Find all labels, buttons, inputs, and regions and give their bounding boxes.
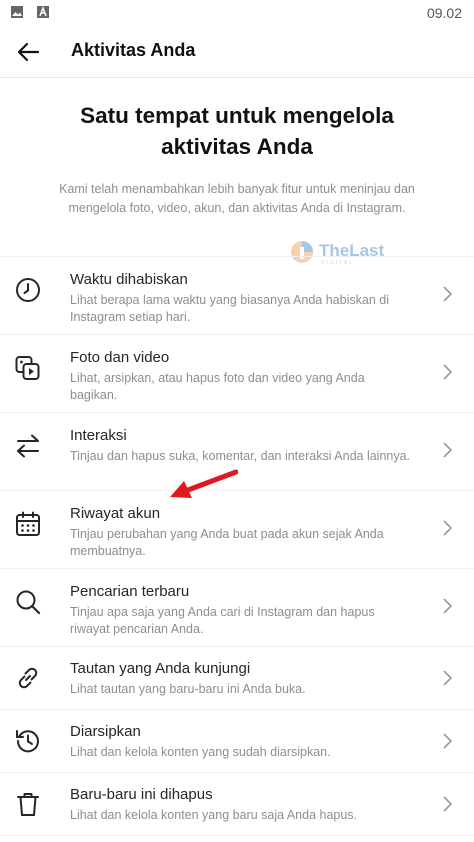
- chevron-right-icon: [443, 733, 453, 749]
- link-icon: [18, 667, 38, 689]
- chevron-right-icon: [443, 364, 453, 380]
- annotation-arrow-icon: [170, 469, 238, 498]
- menu-item-recently-deleted[interactable]: Baru-baru ini dihapus Lihat dan kelola k…: [0, 773, 474, 836]
- menu-item-label: Waktu dihabiskan: [70, 271, 188, 288]
- menu-item-label: Interaksi: [70, 427, 127, 444]
- intro-section: Satu tempat untuk mengelola aktivitas An…: [0, 100, 474, 218]
- menu-item-description: Tinjau apa saja yang Anda cari di Instag…: [70, 605, 375, 636]
- page-title: Aktivitas Anda: [71, 40, 196, 60]
- intro-description: Kami telah menambahkan lebih banyak fitu…: [59, 182, 415, 215]
- menu-item-description: Lihat, arsipkan, atau hapus foto dan vid…: [70, 371, 365, 402]
- menu-item-photos-videos[interactable]: Foto dan video Lihat, arsipkan, atau hap…: [0, 335, 474, 413]
- menu-item-description: Lihat tautan yang baru-baru ini Anda buk…: [70, 682, 306, 696]
- menu-item-description: Tinjau dan hapus suka, komentar, dan int…: [70, 449, 411, 463]
- menu-item-visited-links[interactable]: Tautan yang Anda kunjungi Lihat tautan y…: [0, 647, 474, 710]
- menu-item-label: Tautan yang Anda kunjungi: [70, 660, 251, 677]
- chevron-right-icon: [443, 520, 453, 536]
- arrows-exchange-icon: [16, 434, 39, 458]
- menu-item-label: Pencarian terbaru: [70, 583, 190, 600]
- font-notification-icon: [37, 5, 49, 18]
- trash-icon: [17, 793, 39, 816]
- archive-history-icon: [16, 730, 39, 753]
- clock-icon: [16, 278, 40, 302]
- search-icon: [16, 590, 41, 615]
- menu-item-label: Diarsipkan: [70, 723, 141, 740]
- intro-heading: Satu tempat untuk mengelola aktivitas An…: [80, 103, 394, 159]
- chevron-right-icon: [443, 598, 453, 614]
- menu-item-time-spent[interactable]: Waktu dihabiskan Lihat berapa lama waktu…: [0, 257, 474, 335]
- gallery-notification-icon: [11, 6, 23, 18]
- menu-item-description: Lihat dan kelola konten yang baru saja A…: [70, 808, 358, 822]
- status-bar: 09.02: [0, 0, 474, 26]
- activity-menu: Waktu dihabiskan Lihat berapa lama waktu…: [0, 256, 474, 836]
- chevron-right-icon: [443, 286, 453, 302]
- calendar-icon: [16, 511, 40, 536]
- chevron-right-icon: [443, 796, 453, 812]
- menu-item-description: Lihat berapa lama waktu yang biasanya An…: [70, 293, 389, 324]
- chevron-right-icon: [443, 670, 453, 686]
- menu-item-archived[interactable]: Diarsipkan Lihat dan kelola konten yang …: [0, 710, 474, 773]
- menu-item-label: Riwayat akun: [70, 505, 161, 522]
- menu-item-description: Tinjau perubahan yang Anda buat pada aku…: [70, 527, 384, 558]
- menu-item-label: Baru-baru ini dihapus: [70, 786, 213, 803]
- top-app-bar: Aktivitas Anda: [0, 26, 474, 78]
- chevron-right-icon: [443, 442, 453, 458]
- notification-icons: [10, 5, 50, 19]
- clock-time: 09.02: [426, 5, 462, 21]
- menu-item-description: Lihat dan kelola konten yang sudah diars…: [70, 745, 331, 759]
- menu-item-recent-searches[interactable]: Pencarian terbaru Tinjau apa saja yang A…: [0, 569, 474, 647]
- back-arrow-icon[interactable]: [14, 38, 42, 66]
- menu-item-label: Foto dan video: [70, 349, 170, 366]
- photo-video-icon: [15, 356, 40, 380]
